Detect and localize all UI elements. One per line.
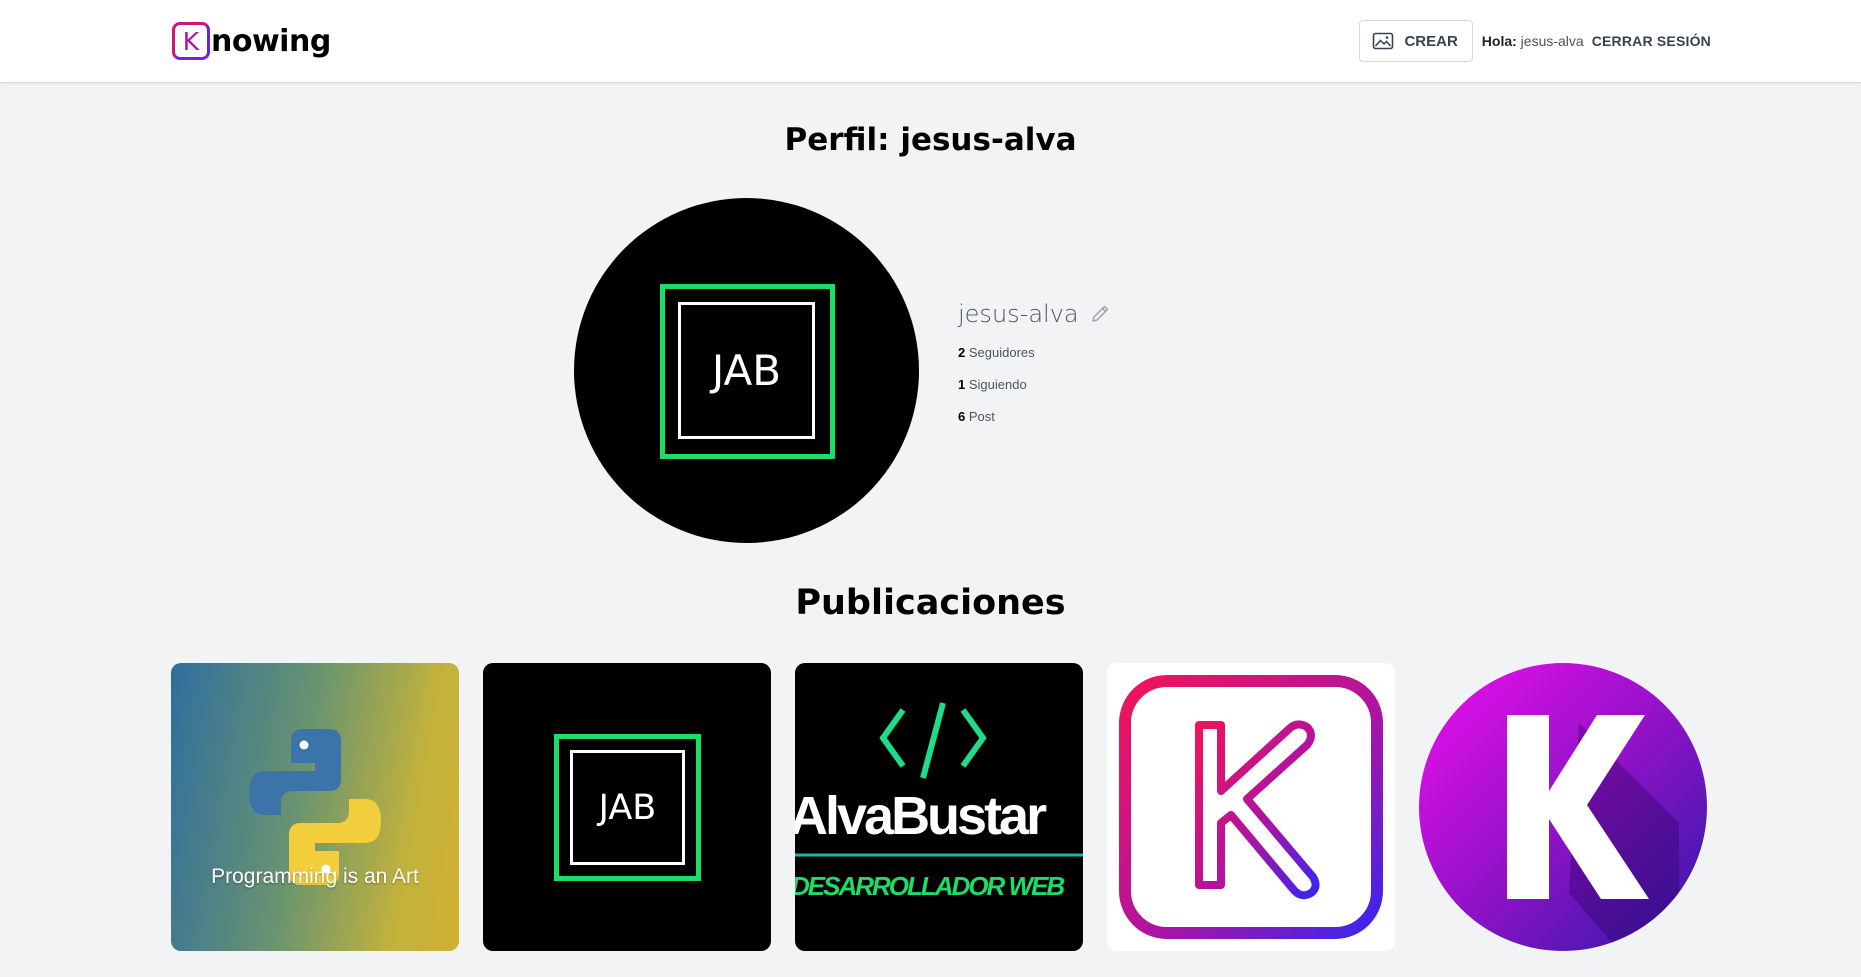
publications-title: Publicaciones (795, 583, 1066, 623)
logo-text: nowing (211, 23, 331, 59)
knowing-k-outline-icon (1119, 675, 1383, 939)
knowing-k-circle-icon (1419, 663, 1707, 951)
profile-title: Perfil: jesus-alva (784, 122, 1077, 158)
brand-tagline-text: DESARROLLADOR WEB (795, 871, 1065, 901)
followers-label: Seguidores (968, 345, 1035, 360)
post-card[interactable] (1107, 663, 1395, 951)
post-card[interactable]: JAB (483, 663, 771, 951)
post-card[interactable] (1419, 663, 1707, 951)
greeting-username: jesus-alva (1520, 33, 1584, 49)
posts-label: Post (968, 409, 995, 424)
following-value: 1 (958, 377, 966, 392)
profile-info: jesus-alva 2 Seguidores 1 Siguiendo 6 Po… (958, 300, 1111, 424)
followers-value: 2 (958, 345, 966, 360)
following-label: Siguiendo (968, 377, 1027, 392)
profile-username: jesus-alva (958, 300, 1079, 328)
image-icon (1373, 32, 1394, 50)
brand-name-text: AlvaBustar (795, 786, 1047, 846)
profile-username-row: jesus-alva (958, 300, 1111, 328)
followers-count: 2 Seguidores (958, 345, 1111, 360)
nav-actions: CREAR Hola: jesus-alva CERRAR SESIÓN (1359, 20, 1711, 62)
posts-value: 6 (958, 409, 966, 424)
user-greeting: Hola: jesus-alva (1482, 33, 1584, 49)
logout-link[interactable]: CERRAR SESIÓN (1592, 33, 1711, 49)
brand-logo[interactable]: K nowing (172, 22, 331, 60)
create-button[interactable]: CREAR (1359, 20, 1473, 62)
profile-avatar: JAB (574, 198, 919, 543)
following-count: 1 Siguiendo (958, 377, 1111, 392)
greeting-label: Hola: (1481, 33, 1517, 49)
posts-count: 6 Post (958, 409, 1111, 424)
avatar-logo-text: JAB (678, 302, 815, 439)
logo-k-icon: K (172, 22, 210, 60)
post-card[interactable]: Programming is an Art (171, 663, 459, 951)
edit-pencil-icon[interactable] (1089, 303, 1111, 325)
jab-logo-text: JAB (570, 750, 685, 865)
post-card[interactable]: AlvaBustar DESARROLLADOR WEB (795, 663, 1083, 951)
python-logo-icon (249, 729, 381, 885)
create-button-label: CREAR (1404, 32, 1458, 50)
top-navbar: K nowing CREAR Hola: jesus-alva CERRAR S… (0, 0, 1861, 83)
post-caption: Programming is an Art (211, 865, 419, 888)
